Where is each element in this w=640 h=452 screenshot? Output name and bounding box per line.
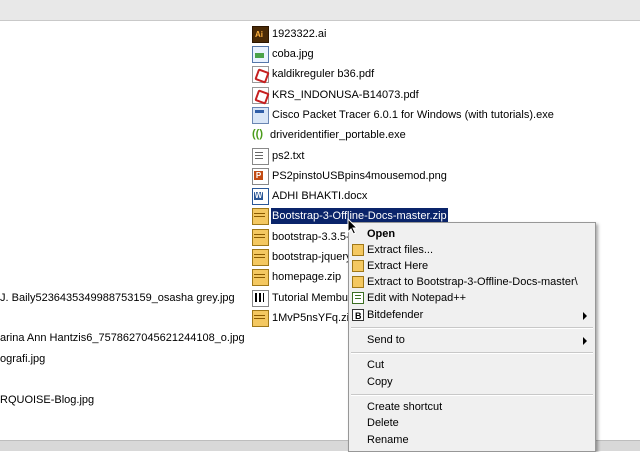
menu-item-label: Cut bbox=[367, 359, 385, 371]
file-name: ps2.txt bbox=[272, 150, 305, 162]
pdf-file-icon bbox=[252, 65, 269, 83]
submenu-arrow-icon bbox=[583, 337, 587, 345]
file-item[interactable]: ADHI BHAKTI.docx bbox=[252, 187, 368, 205]
presentation-file-icon bbox=[252, 289, 269, 307]
archive-icon bbox=[352, 244, 364, 256]
pdf-file-icon bbox=[252, 86, 269, 104]
menu-item-label: Extract files... bbox=[367, 244, 434, 256]
menu-item-cut[interactable]: Cut bbox=[349, 357, 595, 374]
file-item[interactable]: 1MvP5nsYFq.zip bbox=[252, 309, 356, 327]
menu-item-extract-here[interactable]: Extract Here bbox=[349, 258, 595, 275]
menu-item-label: Rename bbox=[367, 434, 409, 446]
file-name: Cisco Packet Tracer 6.0.1 for Windows (w… bbox=[272, 109, 554, 121]
menu-item-label: Extract to Bootstrap-3-Offline-Docs-mast… bbox=[367, 276, 578, 288]
menu-item-send-to[interactable]: Send to bbox=[349, 332, 595, 349]
left-file-item[interactable]: J. Baily5236435349988753159_osasha grey.… bbox=[0, 290, 235, 306]
menu-item-copy[interactable]: Copy bbox=[349, 374, 595, 391]
menu-separator bbox=[351, 352, 593, 354]
file-item[interactable]: homepage.zip bbox=[252, 268, 342, 286]
file-item[interactable]: PS2pinstoUSBpins4mousemod.png bbox=[252, 167, 448, 185]
png-file-icon bbox=[252, 167, 269, 185]
menu-item-label: Create shortcut bbox=[367, 401, 443, 413]
menu-item-rename[interactable]: Rename bbox=[349, 432, 595, 449]
left-file-item[interactable]: ografi.jpg bbox=[0, 351, 45, 367]
zip-file-icon bbox=[252, 268, 269, 286]
file-name: bootstrap-jquery bbox=[272, 251, 352, 263]
left-file-item[interactable]: RQUOISE-Blog.jpg bbox=[0, 392, 94, 408]
word-file-icon bbox=[252, 187, 269, 205]
file-name: PS2pinstoUSBpins4mousemod.png bbox=[272, 170, 447, 182]
file-item[interactable]: 1923322.ai bbox=[252, 25, 327, 43]
menu-item-bitdefender[interactable]: Bitdefender bbox=[349, 307, 595, 325]
left-file-item[interactable]: arina Ann Hantzis6_7578627045621244108_o… bbox=[0, 330, 245, 346]
image-file-icon bbox=[252, 45, 269, 63]
file-name: bootstrap-3.3.5- bbox=[272, 231, 350, 243]
illustrator-file-icon bbox=[252, 25, 269, 43]
zip-file-icon bbox=[252, 309, 269, 327]
menu-item-create-shortcut[interactable]: Create shortcut bbox=[349, 399, 595, 416]
menu-item-label: Send to bbox=[367, 334, 405, 346]
file-name: Tutorial Membuat bbox=[272, 292, 358, 304]
menu-item-label: Bitdefender bbox=[367, 309, 424, 321]
menu-item-edit-notepad[interactable]: Edit with Notepad++ bbox=[349, 290, 595, 307]
notepad-icon bbox=[352, 292, 364, 304]
context-menu: Open Extract files... Extract Here Extra… bbox=[348, 222, 596, 452]
menu-separator bbox=[351, 394, 593, 396]
file-name: homepage.zip bbox=[272, 271, 342, 283]
text-file-icon bbox=[252, 147, 269, 165]
menu-item-label: Copy bbox=[367, 376, 393, 388]
menu-item-extract-files[interactable]: Extract files... bbox=[349, 242, 595, 259]
file-item[interactable]: coba.jpg bbox=[252, 45, 315, 63]
zip-file-icon bbox=[252, 248, 269, 266]
file-name: coba.jpg bbox=[272, 48, 314, 60]
menu-item-label: Edit with Notepad++ bbox=[367, 292, 467, 304]
file-name: KRS_INDONUSA-B14073.pdf bbox=[272, 89, 419, 101]
file-name: driveridentifier_portable.exe bbox=[270, 129, 406, 141]
zip-file-icon bbox=[252, 228, 269, 246]
menu-item-label: Extract Here bbox=[367, 260, 429, 272]
file-item[interactable]: KRS_INDONUSA-B14073.pdf bbox=[252, 86, 420, 104]
file-name: 1MvP5nsYFq.zip bbox=[272, 312, 356, 324]
archive-icon bbox=[352, 260, 364, 272]
file-name: 1923322.ai bbox=[272, 28, 327, 40]
file-item[interactable]: driveridentifier_portable.exe bbox=[252, 126, 407, 144]
file-name: kaldikreguler b36.pdf bbox=[272, 68, 375, 80]
menu-separator bbox=[351, 327, 593, 329]
file-item[interactable]: ps2.txt bbox=[252, 147, 305, 165]
menu-item-label: Delete bbox=[367, 417, 399, 429]
menu-item-extract-to[interactable]: Extract to Bootstrap-3-Offline-Docs-mast… bbox=[349, 274, 595, 291]
menu-item-label: Open bbox=[367, 228, 396, 240]
file-item[interactable]: Tutorial Membuat bbox=[252, 289, 358, 307]
wifi-app-icon bbox=[252, 128, 267, 143]
archive-icon bbox=[352, 276, 364, 288]
zip-file-icon bbox=[252, 207, 269, 225]
submenu-arrow-icon bbox=[583, 312, 587, 320]
top-toolbar bbox=[0, 0, 640, 21]
file-item[interactable]: bootstrap-3.3.5- bbox=[252, 228, 351, 246]
bitdefender-icon bbox=[352, 308, 364, 325]
menu-item-delete[interactable]: Delete bbox=[349, 415, 595, 432]
file-item[interactable]: Cisco Packet Tracer 6.0.1 for Windows (w… bbox=[252, 106, 555, 124]
file-name: ADHI BHAKTI.docx bbox=[272, 190, 368, 202]
executable-file-icon bbox=[252, 106, 269, 124]
mouse-cursor-icon bbox=[347, 218, 359, 235]
menu-item-open[interactable]: Open bbox=[349, 226, 595, 243]
file-item[interactable]: bootstrap-jquery bbox=[252, 248, 353, 266]
file-item[interactable]: kaldikreguler b36.pdf bbox=[252, 65, 375, 83]
